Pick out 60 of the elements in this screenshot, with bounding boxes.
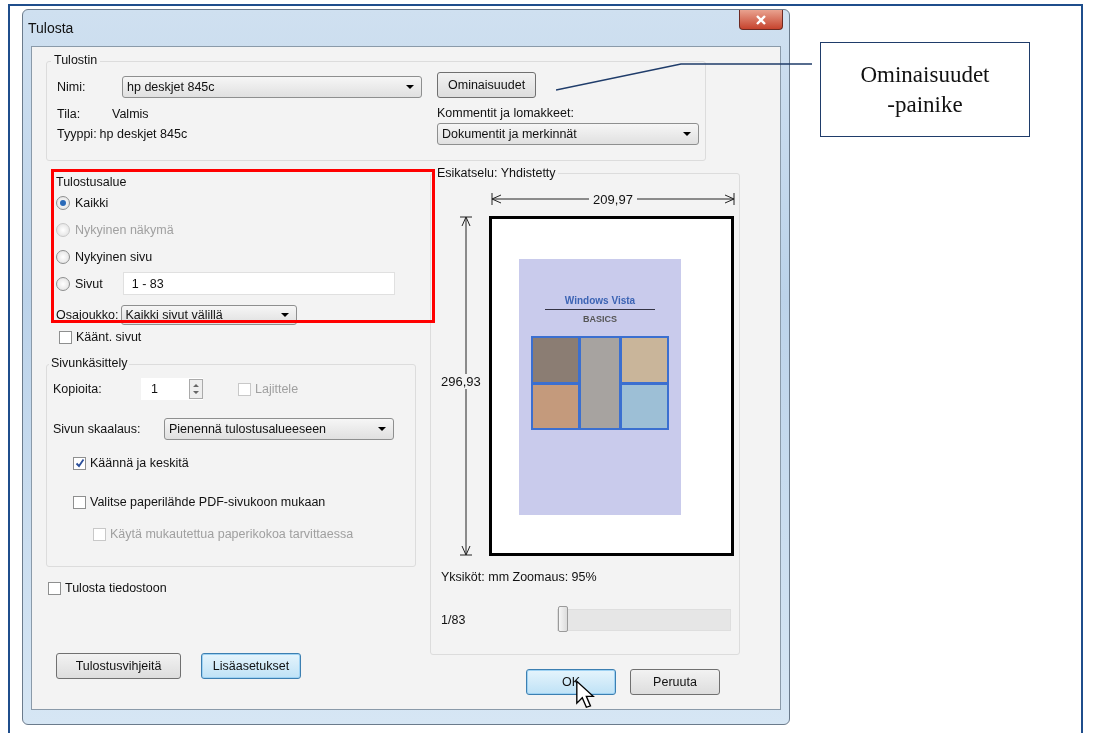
photo-placeholder: [533, 338, 578, 382]
checkbox-label: Lajittele: [255, 382, 299, 396]
cover-title: Windows Vista: [544, 295, 656, 310]
checkbox-label: Käänt. sivut: [76, 330, 142, 344]
caret-icon: [406, 85, 414, 89]
spinner-arrows-icon: [189, 379, 203, 399]
radio-button[interactable]: [56, 276, 70, 291]
page-counter: 1/83: [441, 613, 466, 627]
caret-icon: [683, 132, 691, 136]
checkbox[interactable]: [59, 330, 72, 344]
window-title: Tulosta: [28, 20, 74, 36]
dialog-button[interactable]: Lisäasetukset: [201, 653, 301, 679]
field-label: Tila:: [57, 107, 82, 121]
checkbox[interactable]: [73, 456, 86, 470]
close-icon: [755, 14, 767, 25]
radio-button[interactable]: [56, 249, 70, 264]
group-title: Esikatselu: Yhdistetty: [435, 166, 558, 180]
checkbox-label: Tulosta tiedostoon: [65, 581, 167, 595]
photo-placeholder: [622, 338, 667, 382]
slider-thumb[interactable]: [558, 606, 568, 632]
printer-dropdown[interactable]: hp deskjet 845c: [122, 76, 422, 98]
checkbox-label: Käännä ja keskitä: [90, 456, 189, 470]
scaling-dropdown[interactable]: Pienennä tulostusalueeseen: [164, 418, 394, 440]
close-button[interactable]: [739, 10, 783, 30]
field-label: Kommentit ja lomakkeet:: [437, 106, 575, 120]
photo-placeholder: [533, 384, 578, 428]
radio-label: Nykyinen sivu: [75, 249, 153, 264]
field-label: Tyyppi:: [57, 127, 97, 141]
group-title: Sivunkäsittely: [49, 356, 130, 370]
cover-subtitle: BASICS: [583, 314, 617, 324]
group-title: Tulostin: [51, 53, 101, 67]
subset-dropdown[interactable]: Kaikki sivut välillä: [120, 305, 297, 325]
copies-spinner[interactable]: 1: [141, 378, 203, 400]
radio-label: Nykyinen näkymä: [75, 222, 174, 237]
dialog-button[interactable]: Peruuta: [630, 669, 720, 695]
dialog-button[interactable]: Tulostusvihjeitä: [56, 653, 181, 679]
caret-icon: [280, 313, 289, 317]
properties-button[interactable]: Ominaisuudet: [437, 72, 537, 98]
field-label: Nimi:: [57, 80, 87, 94]
zoom-info: Yksiköt: mm Zoomaus: 95%: [441, 570, 598, 584]
type-value: hp deskjet 845c: [99, 127, 188, 141]
checkbox-label: Käytä mukautettua paperikokoa tarvittaessa: [110, 527, 354, 541]
callout-text: Ominaisuudet -painike: [859, 60, 991, 119]
checkbox[interactable]: [73, 495, 86, 509]
caret-icon: [378, 427, 386, 431]
field-label: Kopioita:: [53, 382, 103, 396]
field-label: Osajoukko:: [56, 308, 119, 322]
group-title: Tulostusalue: [56, 175, 127, 189]
checkbox-label: Valitse paperilähde PDF-sivukoon mukaan: [90, 495, 326, 509]
radio-button[interactable]: [56, 195, 70, 210]
checkbox[interactable]: [48, 581, 61, 595]
field-label: Sivun skaalaus:: [53, 422, 142, 436]
photo-placeholder: [622, 384, 667, 428]
status-value: Valmis: [112, 107, 149, 121]
page-slider[interactable]: [557, 609, 731, 631]
comments-dropdown[interactable]: Dokumentit ja merkinnät: [437, 123, 699, 145]
height-value: 296,93: [441, 374, 481, 389]
pages-field[interactable]: 1 - 83: [122, 272, 395, 295]
radio-label: Kaikki: [75, 195, 109, 210]
radio-label: Sivut: [75, 276, 103, 291]
